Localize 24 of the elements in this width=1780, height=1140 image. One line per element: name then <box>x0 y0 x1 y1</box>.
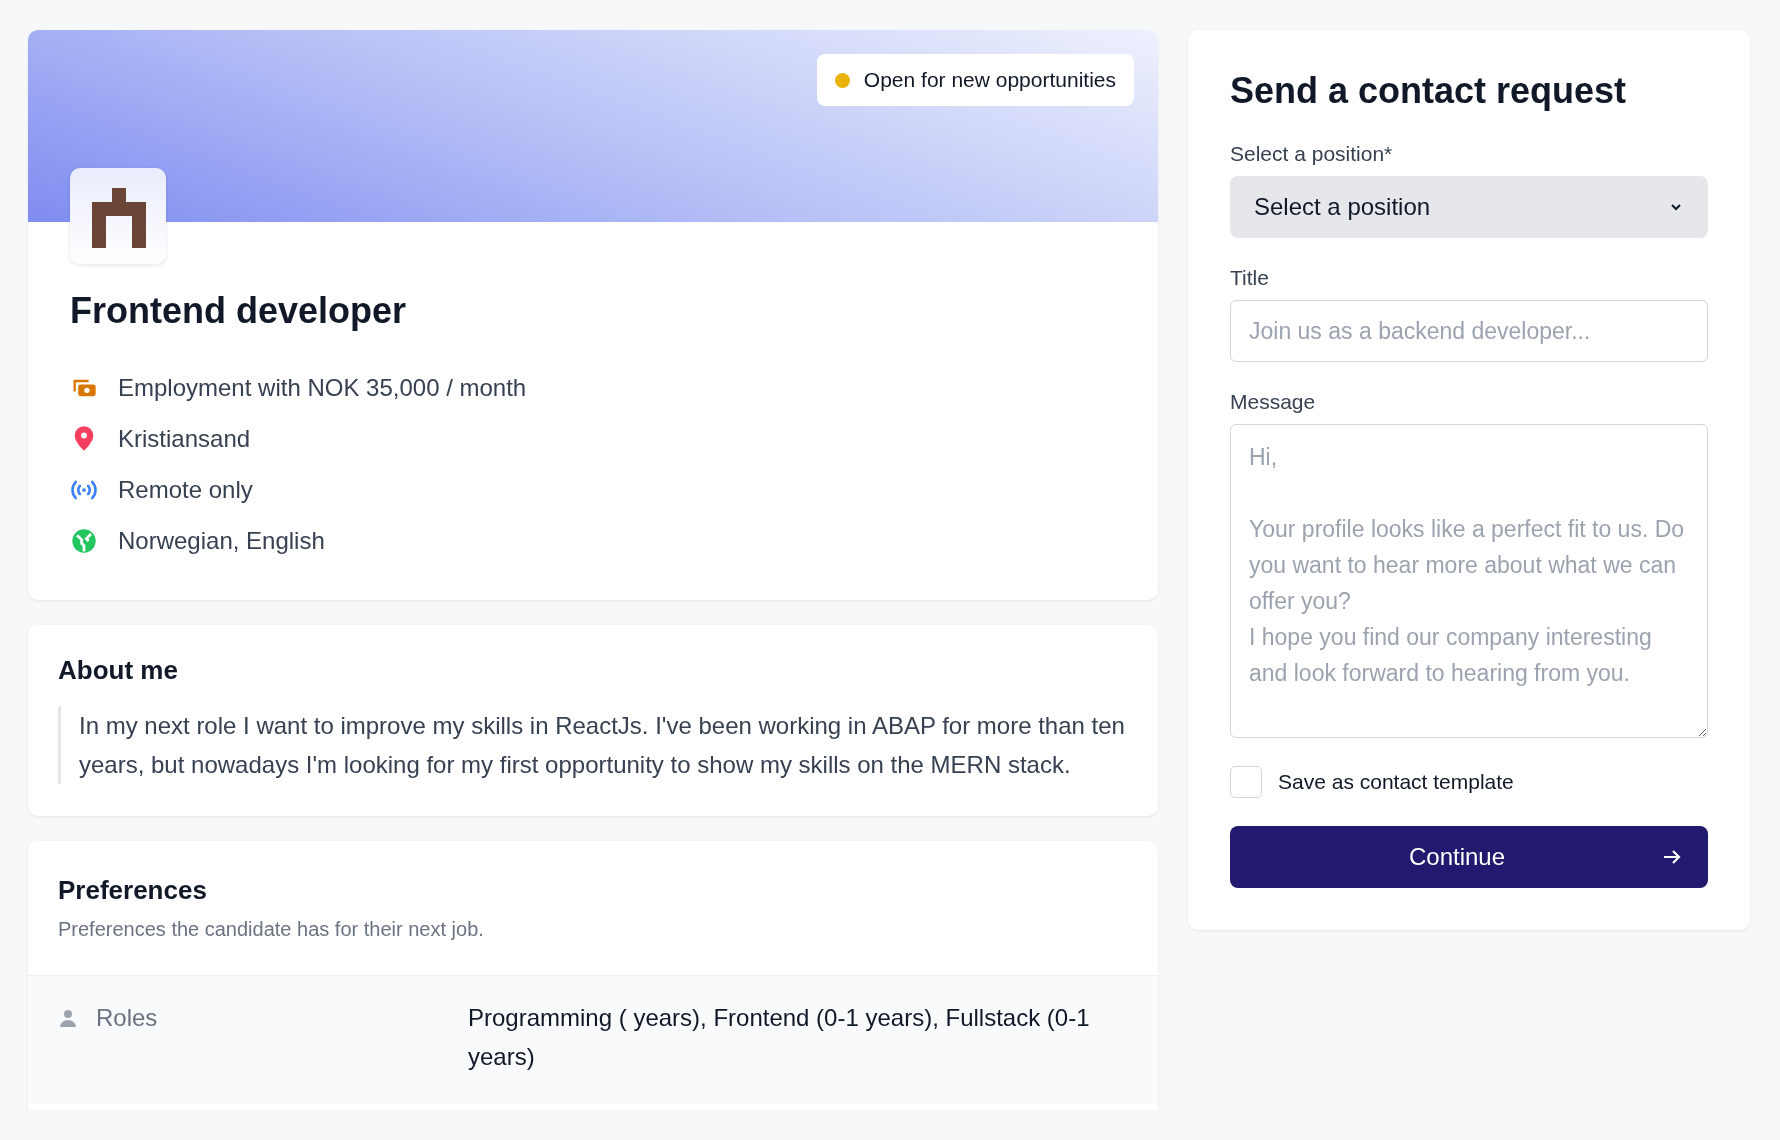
detail-text: Kristiansand <box>118 424 251 453</box>
detail-text: Remote only <box>118 475 253 504</box>
status-label: Open for new opportunities <box>863 68 1116 92</box>
field-label: Title <box>1230 266 1270 290</box>
field-label: Select a position* <box>1230 142 1394 166</box>
position-select[interactable]: Select a position <box>1230 176 1708 238</box>
person-icon <box>58 1008 78 1028</box>
preference-label: Roles <box>96 1004 158 1032</box>
checkbox-label: Save as contact template <box>1278 770 1514 794</box>
section-heading: About me <box>58 655 179 686</box>
message-field[interactable]: Hi, Your profile looks like a perfect fit to us. Do you want to hear more about what we can offer you? I hope you find our company interesting and look forward to hearing from you. <box>1230 424 1708 738</box>
detail-text: Employment with NOK 35,000 / month <box>118 373 527 402</box>
job-title: Frontend developer <box>70 290 408 332</box>
about-text: In my next role I want to improve my skills in ReactJs. I've been working in ABAP for more than ten years, but nowadays I'm looking for my first opportunity to show my skills on the MERN stack. <box>58 706 1128 784</box>
section-heading: Preferences <box>58 875 208 906</box>
section-subtitle: Preferences the candidate has for their next job. <box>58 918 485 941</box>
globe-icon <box>70 526 98 555</box>
title-field[interactable]: Join us as a backend developer... <box>1230 300 1708 362</box>
form-heading: Send a contact request <box>1230 70 1628 112</box>
preference-value: Programming ( years), Frontend (0-1 years), Fullstack (0-1 years) <box>468 1003 1091 1072</box>
checkbox[interactable] <box>1230 766 1262 798</box>
detail-text: Norwegian, English <box>118 526 325 555</box>
continue-button[interactable]: Continue <box>1230 826 1708 888</box>
field-label: Message <box>1230 390 1317 414</box>
